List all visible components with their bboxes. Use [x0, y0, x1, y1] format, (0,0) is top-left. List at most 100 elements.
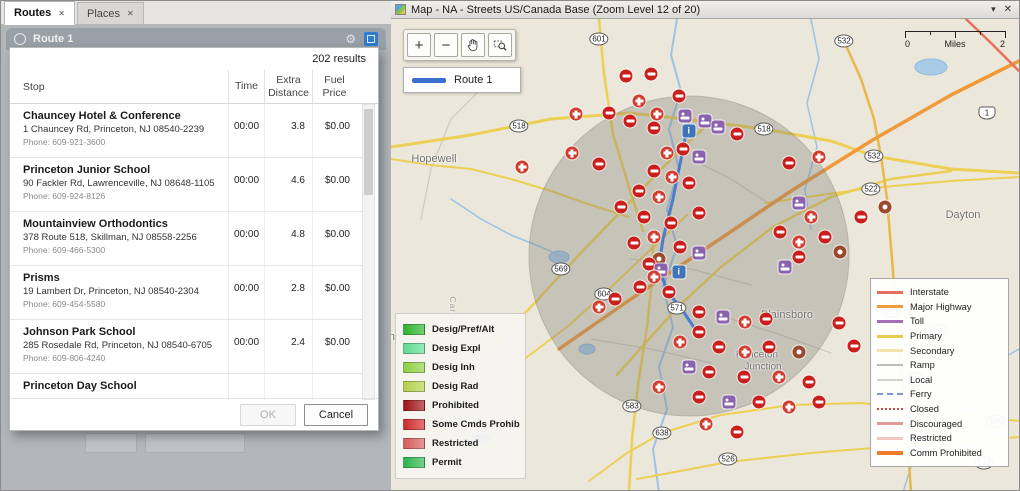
scrollbar-thumb[interactable] [364, 109, 373, 195]
map-marker-no-entry[interactable] [753, 396, 766, 409]
gear-icon[interactable]: ⚙ [345, 33, 356, 45]
table-row[interactable]: Princeton Junior School90 Fackler Rd, La… [10, 158, 362, 212]
map-marker-medical[interactable] [739, 316, 752, 329]
map-marker-lodging[interactable] [699, 115, 712, 128]
map-marker-no-entry[interactable] [819, 231, 832, 244]
map-marker-no-entry[interactable] [693, 326, 706, 339]
map-marker-no-entry[interactable] [774, 226, 787, 239]
pin-icon[interactable]: ▾ [991, 4, 996, 15]
close-icon[interactable]: ✕ [58, 9, 65, 18]
map-marker-medical[interactable] [566, 147, 579, 160]
map-marker-no-entry[interactable] [638, 211, 651, 224]
map-marker-no-entry[interactable] [833, 317, 846, 330]
close-icon[interactable]: ✕ [127, 9, 134, 18]
map-marker-no-entry[interactable] [848, 340, 861, 353]
map-marker-no-entry[interactable] [665, 217, 678, 230]
map-marker-lodging[interactable] [712, 121, 725, 134]
table-row[interactable]: Mountainview Orthodontics378 Route 518, … [10, 212, 362, 266]
map-marker-medical[interactable] [793, 236, 806, 249]
map-marker-no-entry[interactable] [803, 376, 816, 389]
map-marker-no-entry[interactable] [609, 293, 622, 306]
table-row[interactable]: Princeton Day School [10, 374, 362, 400]
map-marker-food[interactable] [834, 246, 847, 259]
map-marker-lodging[interactable] [679, 110, 692, 123]
map-marker-no-entry[interactable] [648, 165, 661, 178]
map-marker-lodging[interactable] [723, 396, 736, 409]
column-stop[interactable]: Stop [10, 70, 228, 103]
map-marker-food[interactable] [879, 201, 892, 214]
map-marker-lodging[interactable] [717, 311, 730, 324]
map-marker-no-entry[interactable] [677, 143, 690, 156]
map-marker-medical[interactable] [700, 418, 713, 431]
zoom-out-button[interactable]: − [434, 33, 458, 57]
map-marker-food[interactable] [793, 346, 806, 359]
map-marker-no-entry[interactable] [634, 281, 647, 294]
map-marker-no-entry[interactable] [624, 115, 637, 128]
map-marker-medical[interactable] [570, 108, 583, 121]
map-marker-no-entry[interactable] [673, 90, 686, 103]
map-marker-no-entry[interactable] [693, 391, 706, 404]
map-marker-medical[interactable] [805, 211, 818, 224]
map-marker-medical[interactable] [666, 171, 679, 184]
tab-routes[interactable]: Routes ✕ [4, 1, 75, 25]
map-marker-no-entry[interactable] [731, 426, 744, 439]
map-marker-lodging[interactable] [793, 197, 806, 210]
map-marker-no-entry[interactable] [793, 251, 806, 264]
map-marker-no-entry[interactable] [663, 286, 676, 299]
map-marker-no-entry[interactable] [645, 68, 658, 81]
map-marker-medical[interactable] [653, 191, 666, 204]
map-marker-medical[interactable] [661, 147, 674, 160]
map-marker-no-entry[interactable] [783, 157, 796, 170]
map-marker-no-entry[interactable] [683, 177, 696, 190]
map-marker-info[interactable] [673, 266, 686, 279]
map-marker-no-entry[interactable] [813, 396, 826, 409]
map-marker-no-entry[interactable] [628, 237, 641, 250]
map-marker-info[interactable] [683, 125, 696, 138]
map-marker-no-entry[interactable] [603, 107, 616, 120]
map-marker-medical[interactable] [674, 336, 687, 349]
map-marker-lodging[interactable] [683, 361, 696, 374]
column-fuel-price[interactable]: Fuel Price [312, 70, 356, 103]
map-marker-lodging[interactable] [693, 247, 706, 260]
map-marker-medical[interactable] [651, 108, 664, 121]
close-icon[interactable]: ✕ [1004, 4, 1012, 15]
table-row[interactable]: Prisms19 Lambert Dr, Princeton, NJ 08540… [10, 266, 362, 320]
map-marker-medical[interactable] [813, 151, 826, 164]
map-marker-lodging[interactable] [693, 151, 706, 164]
collapse-icon[interactable] [14, 33, 26, 45]
map-marker-no-entry[interactable] [855, 211, 868, 224]
pan-button[interactable] [461, 33, 485, 57]
map-marker-no-entry[interactable] [648, 122, 661, 135]
column-extra-distance[interactable]: Extra Distance [264, 70, 312, 103]
column-time[interactable]: Time [228, 70, 264, 103]
map-marker-no-entry[interactable] [615, 201, 628, 214]
map-marker-medical[interactable] [773, 371, 786, 384]
map-marker-no-entry[interactable] [633, 185, 646, 198]
zoom-window-button[interactable] [488, 33, 512, 57]
map-marker-medical[interactable] [653, 381, 666, 394]
map-marker-no-entry[interactable] [620, 70, 633, 83]
map-marker-no-entry[interactable] [713, 341, 726, 354]
map-marker-medical[interactable] [648, 231, 661, 244]
map-marker-medical[interactable] [516, 161, 529, 174]
map-marker-no-entry[interactable] [593, 158, 606, 171]
tab-places[interactable]: Places ✕ [77, 2, 144, 24]
map-marker-lodging[interactable] [779, 261, 792, 274]
map-marker-no-entry[interactable] [738, 371, 751, 384]
zoom-in-button[interactable]: + [407, 33, 431, 57]
map-marker-no-entry[interactable] [693, 207, 706, 220]
map-marker-no-entry[interactable] [731, 128, 744, 141]
scrollbar[interactable] [362, 104, 375, 400]
map-marker-no-entry[interactable] [763, 341, 776, 354]
map-marker-no-entry[interactable] [703, 366, 716, 379]
map-marker-medical[interactable] [593, 301, 606, 314]
map-icon[interactable] [364, 32, 378, 46]
map-canvas[interactable]: 6015325185181532522569604571571130615583… [391, 19, 1020, 491]
ok-button[interactable]: OK [240, 404, 296, 426]
map-marker-medical[interactable] [633, 95, 646, 108]
table-row[interactable]: Chauncey Hotel & Conference1 Chauncey Rd… [10, 104, 362, 158]
map-marker-medical[interactable] [648, 271, 661, 284]
table-row[interactable]: Johnson Park School285 Rosedale Rd, Prin… [10, 320, 362, 374]
map-window-titlebar[interactable]: Map - NA - Streets US/Canada Base (Zoom … [391, 1, 1019, 19]
map-marker-no-entry[interactable] [674, 241, 687, 254]
